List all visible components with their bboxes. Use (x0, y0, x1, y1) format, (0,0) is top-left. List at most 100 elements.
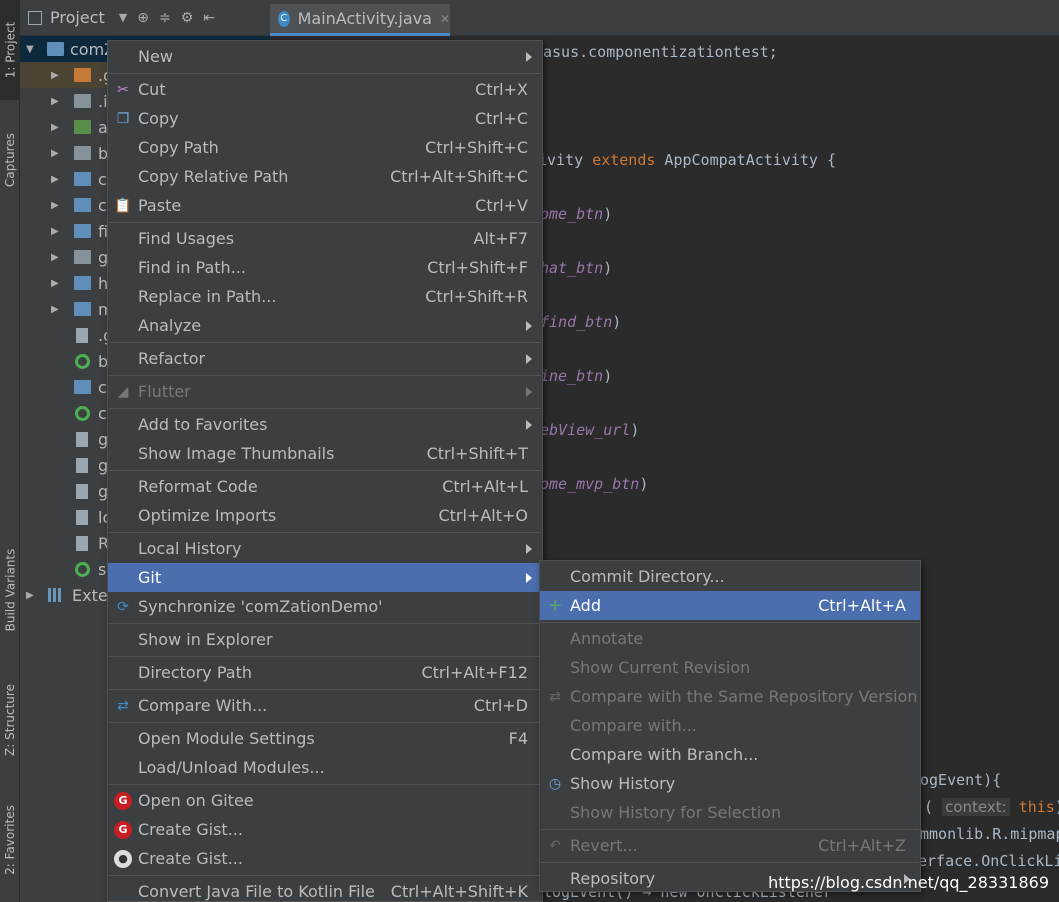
target-icon[interactable]: ⊕ (137, 10, 149, 26)
menu-separator (109, 222, 541, 223)
menu-item-reformat-code[interactable]: Reformat Code Ctrl+Alt+L (108, 472, 542, 501)
gradle-icon (75, 405, 90, 421)
menu-item-flutter[interactable]: ◢ Flutter (108, 377, 542, 406)
collapsed-arrow-icon[interactable]: ▶ (51, 122, 59, 133)
menu-item-copy-relative-path[interactable]: Copy Relative Path Ctrl+Alt+Shift+C (108, 162, 542, 191)
menu-item-find-in-path[interactable]: Find in Path... Ctrl+Shift+F (108, 253, 542, 282)
menu-item-add[interactable]: + Add Ctrl+Alt+A (540, 591, 920, 620)
project-view-icon (28, 10, 42, 25)
collapsed-arrow-icon[interactable]: ▶ (26, 590, 34, 601)
code-line: mmonlib.R.mipmap (920, 825, 1059, 843)
tab-captures[interactable]: Captures (0, 110, 20, 210)
code-line: ebView_url) (540, 421, 640, 439)
android-folder-icon (74, 120, 91, 134)
collapsed-arrow-icon[interactable]: ▶ (51, 278, 59, 289)
menu-separator (109, 408, 541, 409)
submenu-arrow-icon (526, 353, 532, 364)
menu-item-compare-with[interactable]: Compare with... (540, 711, 920, 740)
menu-item-annotate[interactable]: Annotate (540, 624, 920, 653)
collapsed-arrow-icon[interactable]: ▶ (51, 226, 59, 237)
menu-item-local-history[interactable]: Local History (108, 534, 542, 563)
menu-item-copy-path[interactable]: Copy Path Ctrl+Shift+C (108, 133, 542, 162)
menu-item-git[interactable]: Git (108, 563, 542, 592)
collapsed-arrow-icon[interactable]: ▶ (51, 96, 59, 107)
menu-item-find-usages[interactable]: Find Usages Alt+F7 (108, 224, 542, 253)
menu-separator (109, 656, 541, 657)
collapsed-arrow-icon[interactable]: ▶ (51, 304, 59, 315)
menu-separator (109, 470, 541, 471)
code-line: find_btn) (540, 313, 622, 331)
menu-separator (109, 623, 541, 624)
menu-item-show-in-explorer[interactable]: Show in Explorer (108, 625, 542, 654)
tab-favorites[interactable]: 2: Favorites (0, 790, 20, 890)
collapsed-arrow-icon[interactable]: ▶ (51, 148, 59, 159)
collapsed-arrow-icon[interactable]: ▶ (51, 174, 59, 185)
submenu-arrow-icon (526, 386, 532, 397)
code-line: ogEvent){ (920, 771, 1002, 789)
gear-icon[interactable]: ⚙ (181, 10, 194, 26)
tab-main-activity[interactable]: C MainActivity.java ✕ (270, 4, 450, 36)
menu-item-commit-directory[interactable]: Commit Directory... (540, 562, 920, 591)
code-line: asus.componentizationtest; (543, 43, 778, 61)
menu-item-add-to-favorites[interactable]: Add to Favorites (108, 410, 542, 439)
menu-item-optimize-imports[interactable]: Optimize Imports Ctrl+Alt+O (108, 501, 542, 530)
menu-item-synchronize[interactable]: ⟳ Synchronize 'comZationDemo' (108, 592, 542, 621)
tab-build-variants[interactable]: Build Variants (0, 530, 20, 650)
menu-item-create-gist-github[interactable]: ● Create Gist... (108, 844, 542, 873)
submenu-arrow-icon (526, 543, 532, 554)
file-icon (76, 457, 88, 473)
chevron-down-icon[interactable]: ▼ (119, 11, 127, 24)
menu-item-open-on-gitee[interactable]: G Open on Gitee (108, 786, 542, 815)
parameter-hint: context: (942, 798, 1010, 816)
menu-item-revert[interactable]: ↶ Revert... Ctrl+Alt+Z (540, 831, 920, 860)
project-toolbar: Project ▼ ⊕ ≑ ⚙ ⇤ (20, 0, 270, 36)
tab-project[interactable]: 1: Project (0, 0, 20, 100)
module-folder-icon (74, 172, 91, 186)
scissors-icon: ✂ (117, 81, 129, 98)
folder-icon (74, 250, 91, 264)
menu-item-show-current-revision[interactable]: Show Current Revision (540, 653, 920, 682)
collapse-icon[interactable]: ≑ (159, 10, 171, 26)
menu-item-show-image-thumbnails[interactable]: Show Image Thumbnails Ctrl+Shift+T (108, 439, 542, 468)
menu-item-directory-path[interactable]: Directory Path Ctrl+Alt+F12 (108, 658, 542, 687)
menu-item-new[interactable]: New (108, 42, 542, 71)
close-icon[interactable]: ✕ (440, 12, 450, 26)
revert-icon: ↶ (549, 837, 561, 854)
code-line: hat_btn) (540, 259, 613, 277)
submenu-arrow-icon (526, 320, 532, 331)
menu-item-load-unload-modules[interactable]: Load/Unload Modules... (108, 753, 542, 782)
menu-item-compare-same-repo-version[interactable]: ⇄ Compare with the Same Repository Versi… (540, 682, 920, 711)
paste-icon: 📋 (114, 197, 132, 214)
module-folder-icon (74, 198, 91, 212)
menu-item-analyze[interactable]: Analyze (108, 311, 542, 340)
menu-item-compare-with[interactable]: ⇄ Compare With... Ctrl+D (108, 691, 542, 720)
menu-item-open-module-settings[interactable]: Open Module Settings F4 (108, 724, 542, 753)
menu-separator (109, 875, 541, 876)
folder-icon (74, 146, 91, 160)
menu-item-show-history[interactable]: ◷ Show History (540, 769, 920, 798)
code-line: ome_mvp_btn) (540, 475, 649, 493)
git-submenu: Commit Directory... + Add Ctrl+Alt+A Ann… (539, 560, 921, 892)
menu-separator (541, 622, 919, 623)
collapsed-arrow-icon[interactable]: ▶ (51, 70, 59, 81)
collapsed-arrow-icon[interactable]: ▶ (51, 200, 59, 211)
project-view-label[interactable]: Project (50, 8, 105, 27)
collapsed-arrow-icon[interactable]: ▶ (51, 252, 59, 263)
menu-item-convert-to-kotlin[interactable]: Convert Java File to Kotlin File Ctrl+Al… (108, 877, 542, 902)
hide-icon[interactable]: ⇤ (203, 10, 215, 26)
tab-structure[interactable]: Z: Structure (0, 670, 20, 770)
compare-icon: ⇄ (117, 697, 129, 714)
menu-item-show-history-for-selection[interactable]: Show History for Selection (540, 798, 920, 827)
tab-build-variants-label: Build Variants (3, 548, 18, 632)
menu-separator (109, 73, 541, 74)
menu-item-compare-with-branch[interactable]: Compare with Branch... (540, 740, 920, 769)
expanded-arrow-icon[interactable]: ▼ (26, 44, 34, 55)
module-folder-icon (74, 302, 91, 316)
menu-item-refactor[interactable]: Refactor (108, 344, 542, 373)
menu-item-copy[interactable]: ❐ Copy Ctrl+C (108, 104, 542, 133)
menu-item-paste[interactable]: 📋 Paste Ctrl+V (108, 191, 542, 220)
module-folder-icon (74, 276, 91, 290)
menu-item-create-gist-gitee[interactable]: G Create Gist... (108, 815, 542, 844)
menu-item-replace-in-path[interactable]: Replace in Path... Ctrl+Shift+R (108, 282, 542, 311)
menu-item-cut[interactable]: ✂ Cut Ctrl+X (108, 75, 542, 104)
